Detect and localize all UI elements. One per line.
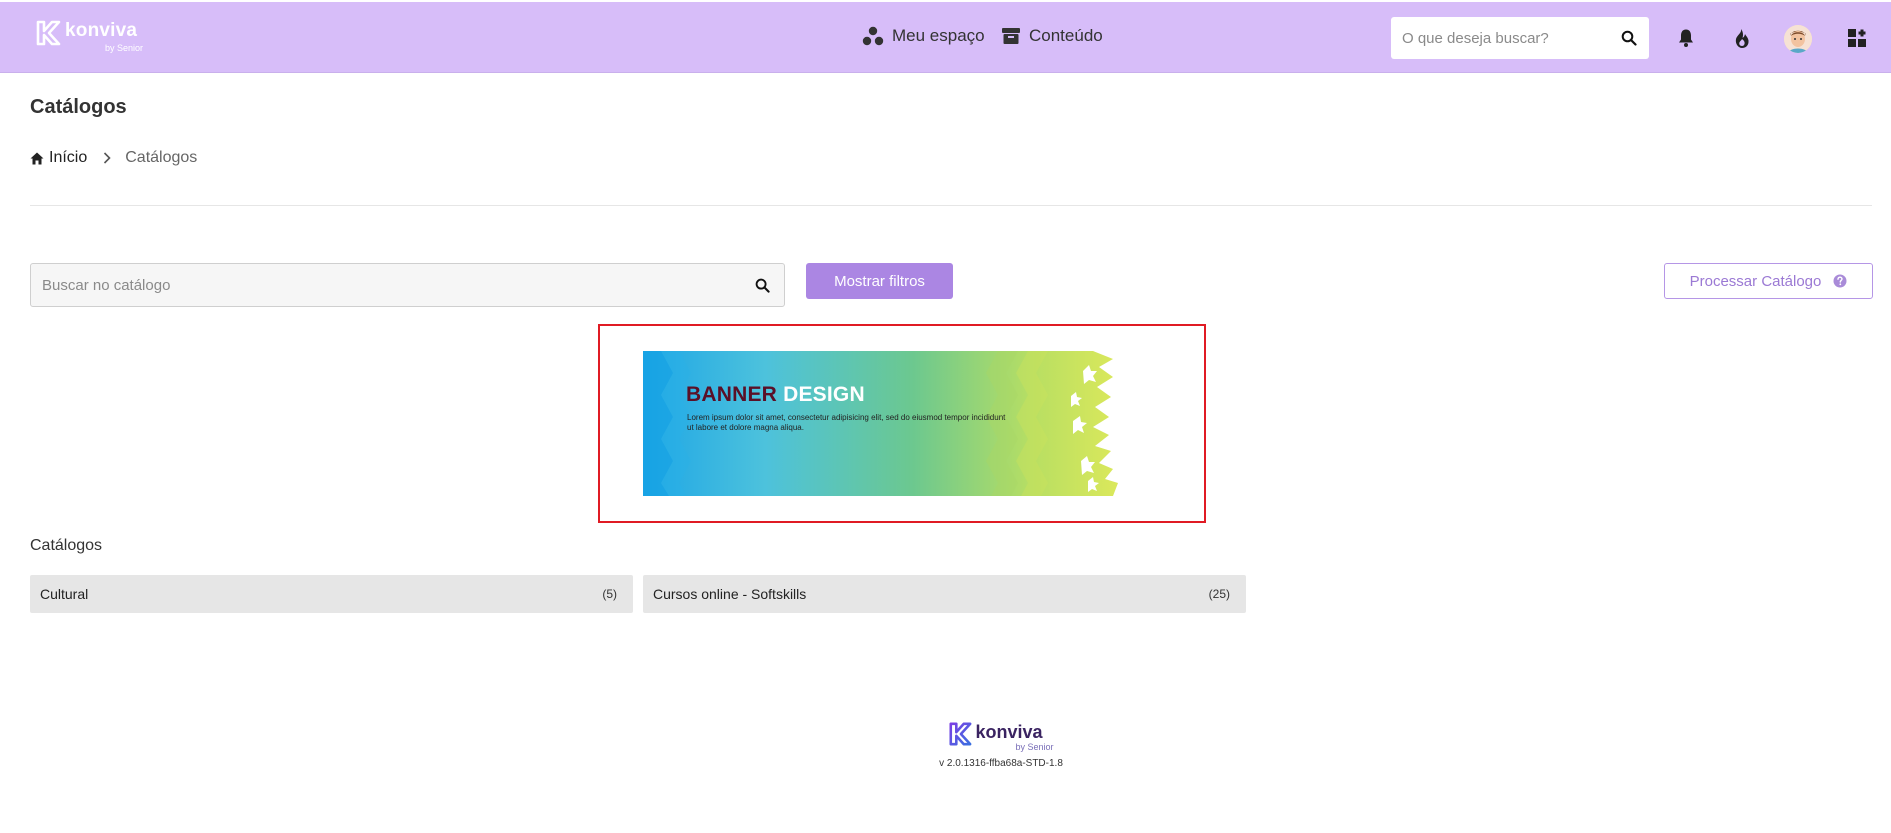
footer: konviva by Senior v 2.0.1316-ffba68a-STD… — [906, 722, 1096, 769]
konviva-k-icon — [949, 722, 972, 746]
nav-meu-espaco-label: Meu espaço — [892, 26, 985, 45]
breadcrumb-current: Catálogos — [125, 149, 198, 166]
fire-icon[interactable] — [1733, 28, 1751, 50]
show-filters-button[interactable]: Mostrar filtros — [806, 263, 953, 299]
konviva-k-icon — [36, 20, 61, 46]
logo-text: konviva — [65, 20, 138, 41]
process-catalog-label: Processar Catálogo — [1689, 272, 1822, 290]
page-title: Catálogos — [30, 96, 127, 118]
banner-title-part1: BANNER — [686, 383, 778, 406]
breadcrumb: Início Catálogos — [30, 149, 197, 167]
catalog-item-count: (5) — [602, 587, 617, 601]
avatar[interactable] — [1784, 25, 1812, 53]
catalog-item-count: (25) — [1208, 587, 1230, 601]
nav-meu-espaco[interactable]: Meu espaço — [862, 26, 985, 46]
archive-box-icon — [1002, 28, 1020, 44]
konviva-logo[interactable]: konviva by Senior — [35, 20, 143, 53]
footer-logo-text: konviva — [975, 722, 1043, 742]
top-navigation-bar: konviva by Senior Meu espaço Conteúdo — [0, 2, 1891, 73]
search-icon[interactable] — [1609, 30, 1649, 46]
catalog-search — [30, 263, 785, 307]
catalog-item-name: Cultural — [40, 586, 89, 602]
breadcrumb-home-label: Início — [49, 149, 88, 166]
process-catalog-button[interactable]: Processar Catálogo — [1664, 263, 1873, 299]
nav-conteudo-label: Conteúdo — [1029, 26, 1103, 45]
apps-icon[interactable] — [1847, 28, 1867, 48]
banner-text: Lorem ipsum dolor sit amet, consectetur … — [687, 413, 1006, 432]
help-icon[interactable] — [1833, 274, 1847, 288]
version-text: v 2.0.1316-ffba68a-STD-1.8 — [939, 758, 1063, 769]
catalog-item-cursos-online-softskills[interactable]: Cursos online - Softskills (25) — [643, 575, 1246, 613]
breadcrumb-home[interactable]: Início — [30, 149, 87, 167]
logo-by-text: by Senior — [105, 43, 144, 53]
section-divider — [30, 205, 1872, 206]
catalog-item-cultural[interactable]: Cultural (5) — [30, 575, 633, 613]
banner-title: BANNER DESIGN — [686, 383, 865, 407]
nav-conteudo[interactable]: Conteúdo — [1001, 26, 1103, 46]
global-search-input[interactable] — [1391, 17, 1609, 59]
banner-title-part2: DESIGN — [783, 383, 865, 406]
catalog-banner[interactable]: BANNER DESIGN Lorem ipsum dolor sit amet… — [643, 351, 1165, 496]
catalog-search-input[interactable] — [31, 264, 740, 306]
bell-icon[interactable] — [1677, 28, 1695, 48]
catalogs-section-label: Catálogos — [30, 537, 103, 554]
home-icon — [30, 152, 44, 164]
footer-logo-by-text: by Senior — [1015, 742, 1054, 752]
footer-logo: konviva by Senior — [906, 722, 1096, 752]
chevron-right-icon — [103, 152, 111, 164]
global-search — [1391, 17, 1649, 59]
search-icon[interactable] — [740, 278, 784, 293]
catalog-item-name: Cursos online - Softskills — [653, 586, 807, 602]
users-circle-icon — [862, 26, 884, 46]
